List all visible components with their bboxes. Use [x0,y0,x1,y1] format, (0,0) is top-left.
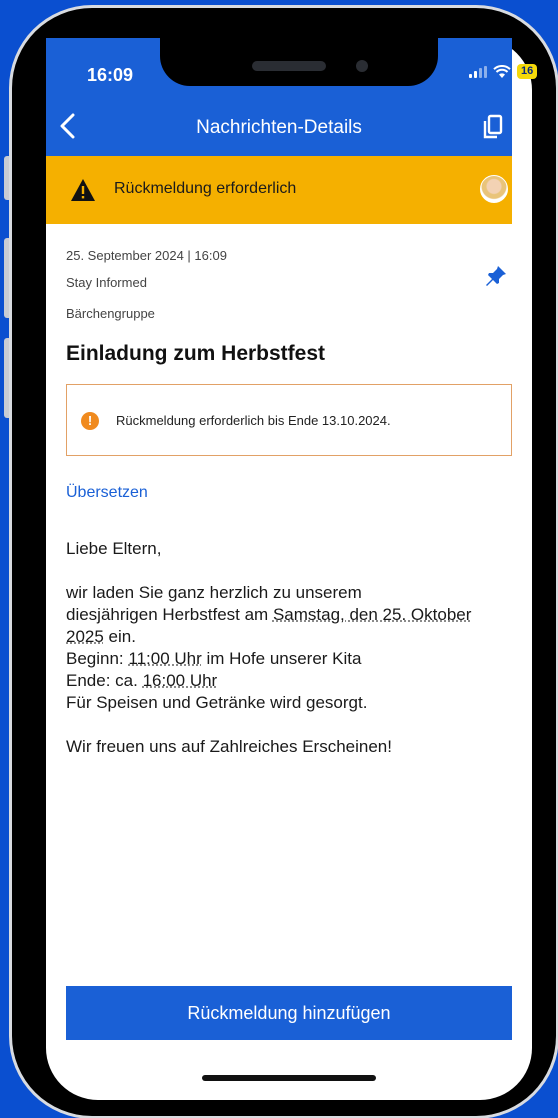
end-label: Ende: ca. [66,671,143,690]
page-title: Nachrichten-Details [196,117,362,138]
feedback-required-banner: Rückmeldung erforderlich [46,156,512,224]
battery-icon: 16 [517,64,538,79]
banner-label: Rückmeldung erforderlich [114,180,297,197]
status-time: 16:09 [87,65,134,85]
begin-location: im Hofe unserer Kita [201,649,362,668]
message-title: Einladung zum Herbstfest [66,342,326,365]
begin-label: Beginn: [66,649,129,668]
front-camera [356,60,368,72]
copy-icon[interactable] [482,114,504,140]
body-line: diesjährigen Herbstfest am [66,605,273,624]
body-line: wir laden Sie ganz herzlich zu unserem [66,583,362,602]
home-indicator[interactable] [202,1075,376,1081]
add-feedback-button[interactable]: Rückmeldung hinzufügen [66,986,512,1040]
signal-icon [469,65,487,78]
deadline-notice: ! Rückmeldung erforderlich bis Ende 13.1… [66,384,512,456]
begin-time[interactable]: 11:00 Uhr [128,649,201,668]
notch [160,16,438,86]
warning-icon [71,179,95,201]
invitation-paragraph: wir laden Sie ganz herzlich zu unserem di… [66,582,506,714]
body-line: ein. [103,627,136,646]
greeting: Liebe Eltern, [66,539,162,558]
message-sender: Stay Informed [66,275,147,290]
message-group: Bärchengruppe [66,306,155,321]
closing: Wir freuen uns auf Zahlreiches Erscheine… [66,737,392,756]
status-icons: 16 [469,64,538,79]
avatar[interactable] [480,175,508,203]
pin-icon[interactable] [484,264,508,288]
translate-link[interactable]: Übersetzen [66,484,148,502]
end-time[interactable]: 16:00 Uhr [143,671,218,690]
message-date: 25. September 2024 | 16:09 [66,248,227,263]
message-body: Liebe Eltern, wir laden Sie ganz herzlic… [66,538,506,780]
info-icon: ! [81,412,99,430]
wifi-icon [493,64,511,78]
food-note: Für Speisen und Getränke wird gesorgt. [66,693,368,712]
deadline-text: Rückmeldung erforderlich bis Ende 13.10.… [116,413,391,428]
speaker [252,61,326,71]
